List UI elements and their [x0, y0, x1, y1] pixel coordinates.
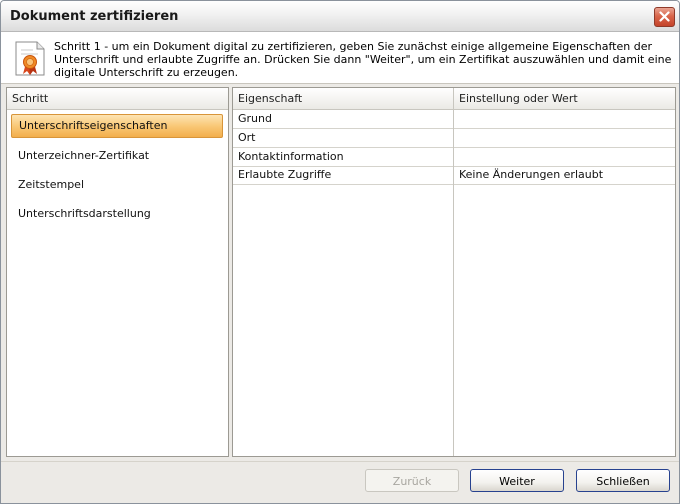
- step-item-signer-certificate[interactable]: Unterzeichner-Zertifikat: [11, 144, 223, 168]
- property-value[interactable]: Keine Änderungen erlaubt: [454, 166, 603, 184]
- column-header-property[interactable]: Eigenschaft: [233, 88, 302, 109]
- property-name: Kontaktinformation: [238, 150, 344, 163]
- table-row[interactable]: Grund: [233, 110, 675, 129]
- properties-grid: Eigenschaft Einstellung oder Wert Grund …: [232, 87, 676, 457]
- close-dialog-button[interactable]: Schließen: [576, 469, 670, 492]
- property-name: Grund: [238, 112, 272, 125]
- dialog-window: Dokument zertifizieren Schritt 1 - um ei…: [0, 0, 680, 504]
- property-name: Erlaubte Zugriffe: [238, 168, 332, 181]
- property-value[interactable]: [454, 148, 459, 166]
- step-label: Zeitstempel: [18, 178, 85, 191]
- property-name: Ort: [238, 131, 256, 144]
- column-divider[interactable]: [453, 88, 454, 456]
- next-button[interactable]: Weiter: [470, 469, 564, 492]
- footer-divider: [1, 461, 679, 462]
- steps-panel: Schritt Unterschriftseigenschaften Unter…: [6, 87, 229, 457]
- table-row[interactable]: Kontaktinformation: [233, 148, 675, 167]
- steps-header: Schritt: [7, 88, 228, 110]
- info-text: Schritt 1 - um ein Dokument digital zu z…: [54, 40, 672, 79]
- table-row[interactable]: Ort: [233, 129, 675, 148]
- grid-header: Eigenschaft Einstellung oder Wert: [233, 88, 675, 110]
- property-value[interactable]: [454, 110, 459, 128]
- step-item-timestamp[interactable]: Zeitstempel: [11, 173, 223, 197]
- property-value[interactable]: [454, 129, 459, 147]
- step-label: Unterschriftsdarstellung: [18, 207, 151, 220]
- table-row[interactable]: Erlaubte Zugriffe Keine Änderungen erlau…: [233, 166, 675, 185]
- close-button[interactable]: [654, 7, 675, 27]
- step-item-signature-appearance[interactable]: Unterschriftsdarstellung: [11, 202, 223, 226]
- column-header-value[interactable]: Einstellung oder Wert: [454, 88, 578, 109]
- step-label: Unterzeichner-Zertifikat: [18, 149, 150, 162]
- certificate-icon: [15, 41, 45, 76]
- info-banner: Schritt 1 - um ein Dokument digital zu z…: [1, 32, 679, 84]
- close-icon: [659, 11, 670, 22]
- step-label: Unterschriftseigenschaften: [19, 119, 168, 132]
- window-title: Dokument zertifizieren: [10, 9, 179, 24]
- title-bar[interactable]: Dokument zertifizieren: [1, 1, 679, 32]
- step-item-signature-properties[interactable]: Unterschriftseigenschaften: [11, 114, 223, 138]
- back-button[interactable]: Zurück: [365, 469, 459, 492]
